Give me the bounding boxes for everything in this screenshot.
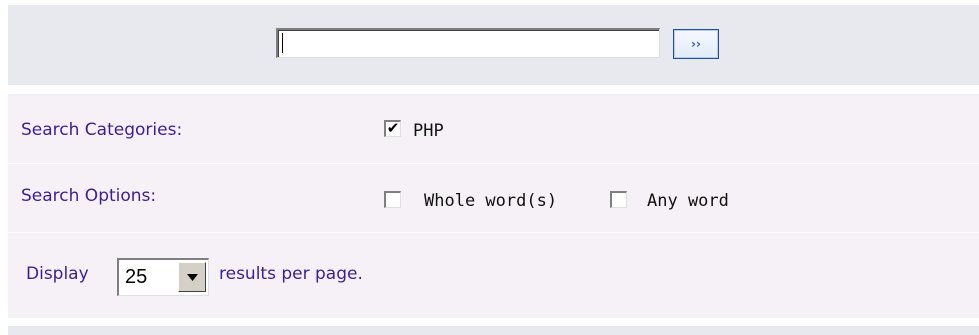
display-prefix-label: Display <box>26 264 89 284</box>
search-input[interactable] <box>276 28 660 58</box>
text-caret <box>282 33 283 53</box>
search-categories-label: Search Categories: <box>21 120 183 140</box>
row-divider <box>8 232 979 233</box>
results-per-page-select[interactable]: 25 <box>117 258 209 296</box>
results-per-page-value: 25 <box>125 266 148 288</box>
whole-words-label: Whole word(s) <box>424 191 558 211</box>
dropdown-arrow-icon[interactable] <box>178 262 206 292</box>
whole-words-checkbox[interactable] <box>384 191 401 208</box>
any-word-label: Any word <box>647 191 729 211</box>
search-options-label: Search Options: <box>21 186 157 206</box>
php-checkbox[interactable]: ✔ <box>384 120 401 137</box>
php-checkbox-label: PHP <box>413 121 444 141</box>
row-divider <box>8 163 979 164</box>
search-go-button[interactable]: ›› <box>673 29 719 59</box>
display-suffix-label: results per page. <box>219 264 363 284</box>
footer-band <box>8 326 979 335</box>
any-word-checkbox[interactable] <box>610 191 627 208</box>
